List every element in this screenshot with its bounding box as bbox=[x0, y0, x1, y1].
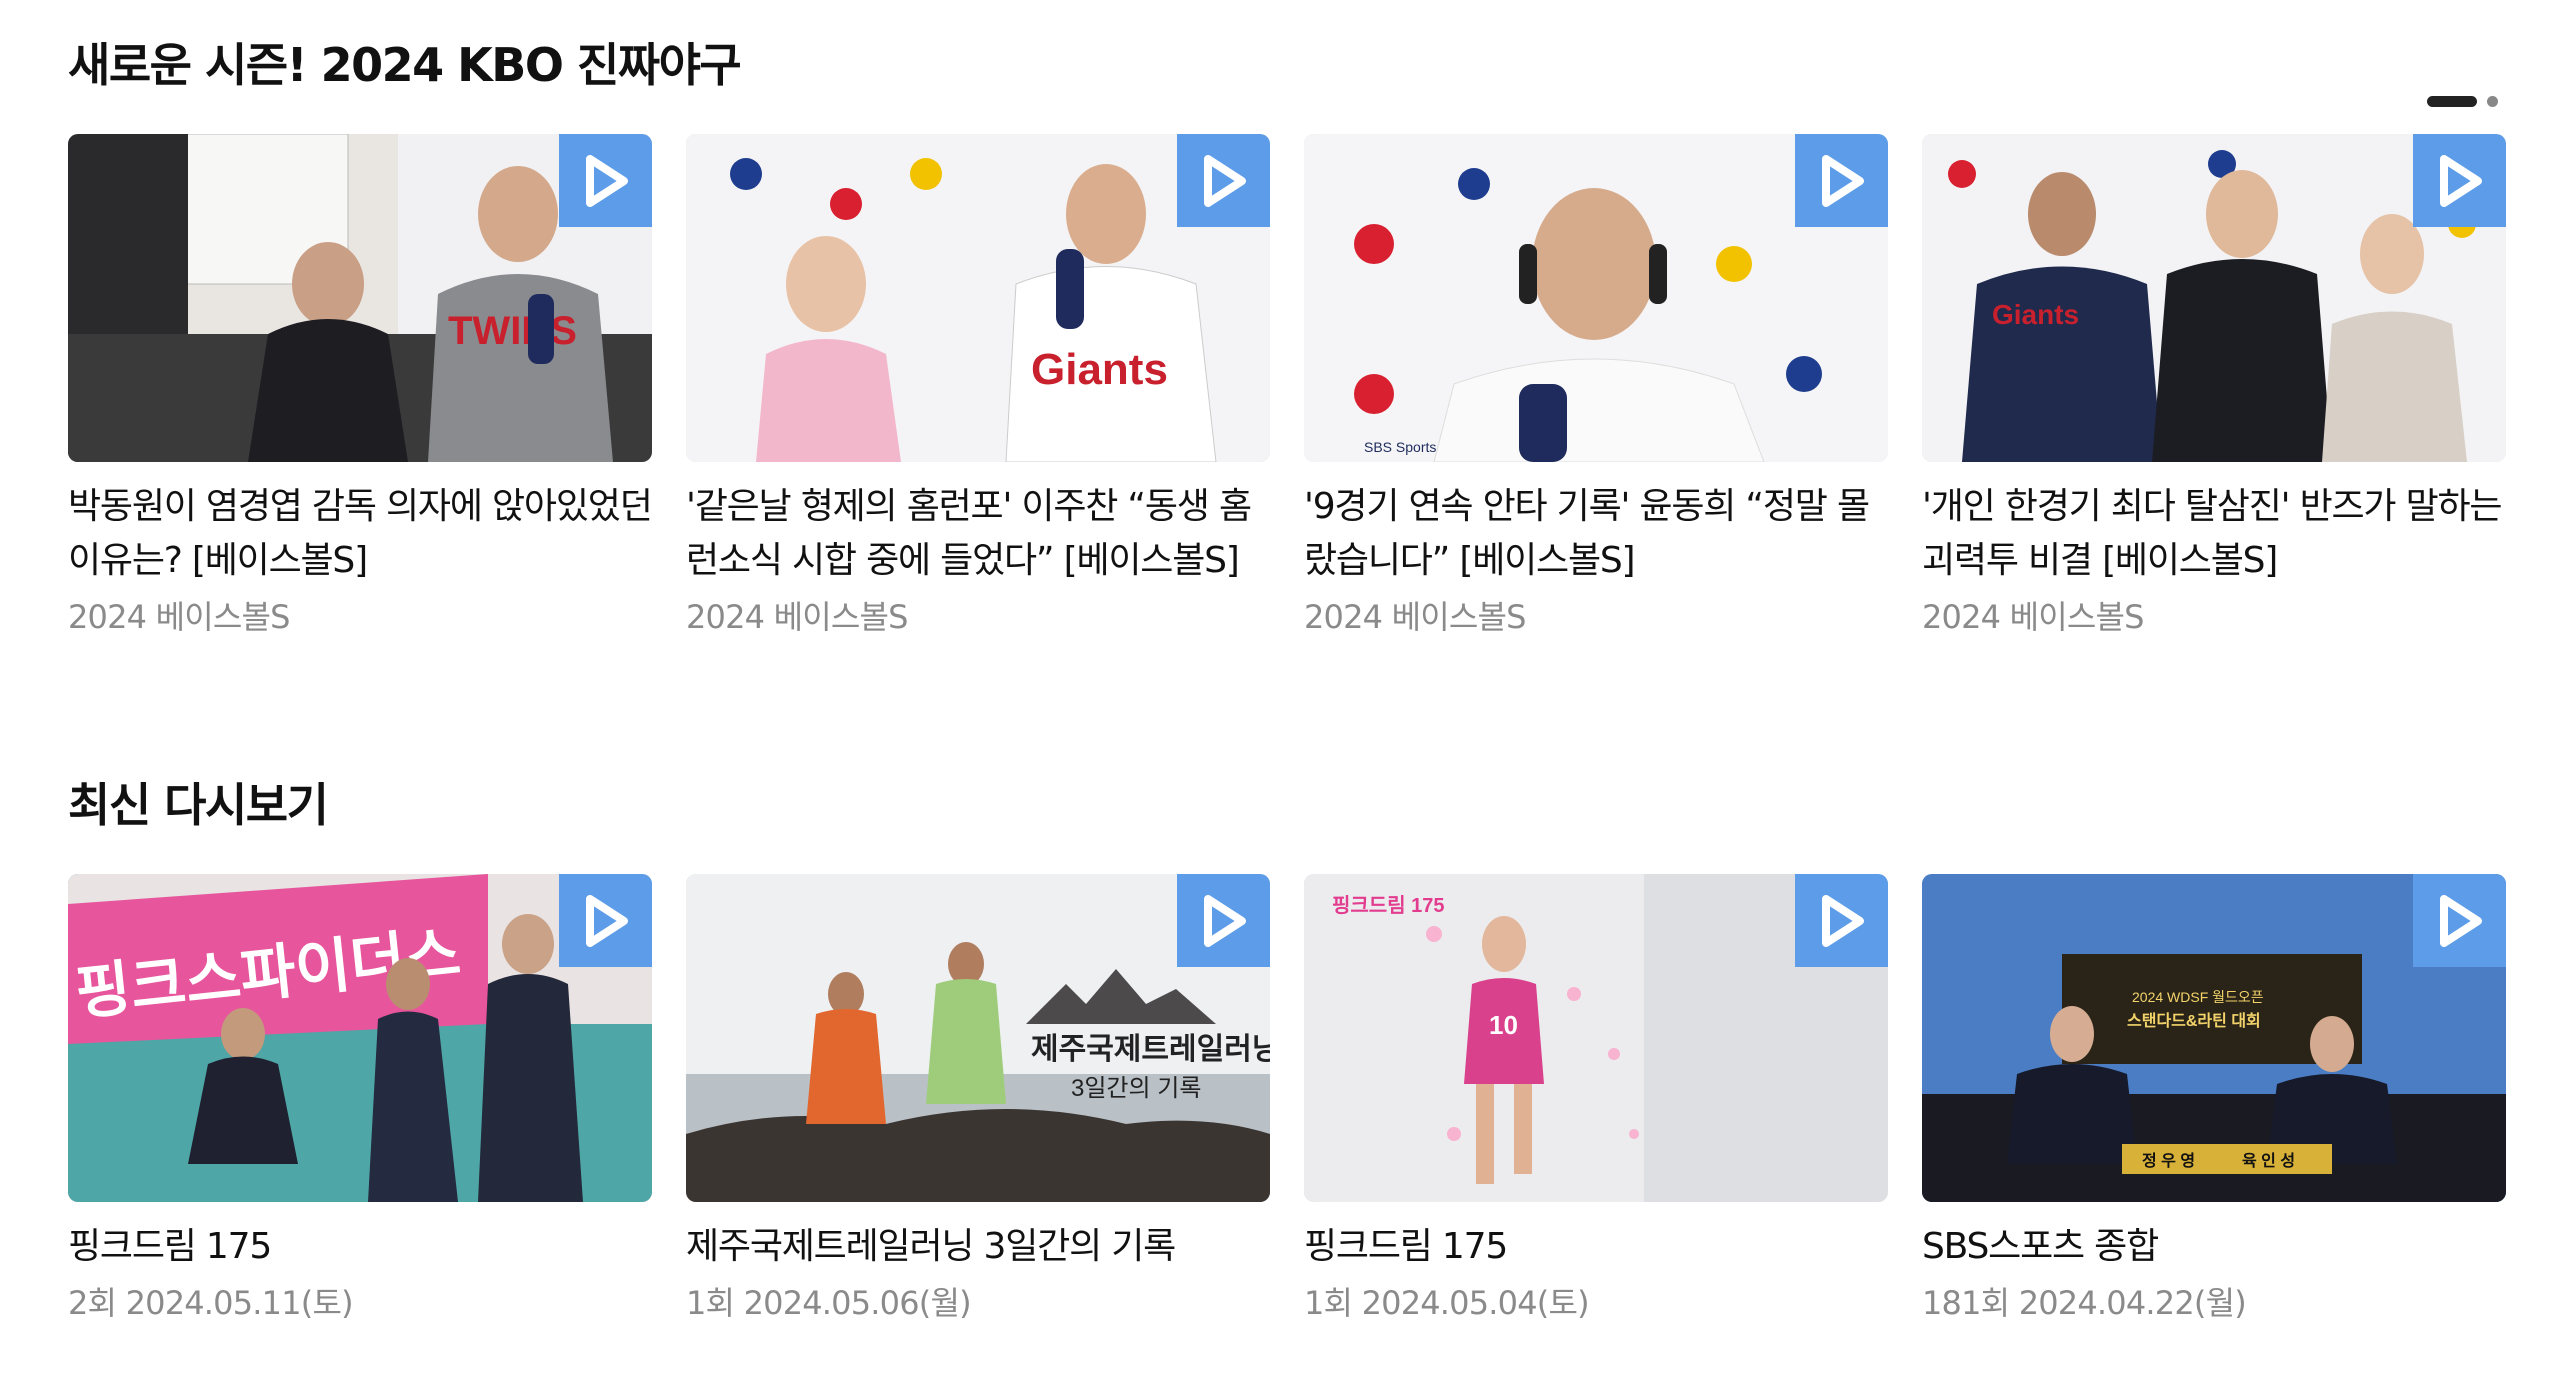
video-program: 2024 베이스볼S bbox=[686, 598, 908, 636]
episode-date: 1회 2024.05.04(토) bbox=[1304, 1284, 1590, 1322]
video-title[interactable]: 제주국제트레일러닝 3일간의 기록 bbox=[686, 1220, 1270, 1274]
video-thumbnail[interactable]: SBS Sports bbox=[1304, 134, 1888, 462]
video-title[interactable]: 핑크드림 175 bbox=[68, 1220, 652, 1274]
video-program: 2024 베이스볼S bbox=[68, 598, 290, 636]
video-title[interactable]: '9경기 연속 안타 기록' 윤동희 “정말 몰랐습니다” [베이스볼S] bbox=[1304, 480, 1888, 588]
play-icon bbox=[585, 894, 628, 947]
video-card[interactable]: Giants '개인 한경기 최다 탈삼진' 반즈가 말하는 괴력투 비결 [베… bbox=[1922, 134, 2506, 638]
video-title[interactable]: 박동원이 염경엽 감독 의자에 앉아있었던 이유는? [베이스볼S] bbox=[68, 480, 652, 588]
video-thumbnail[interactable]: Giants bbox=[686, 134, 1270, 462]
svg-text:정 우 영: 정 우 영 bbox=[2142, 1152, 2195, 1170]
video-card[interactable]: SBS Sports '9경기 연속 안타 기록' 윤동희 “정말 몰랐습니다”… bbox=[1304, 134, 1888, 638]
play-button[interactable] bbox=[2413, 874, 2506, 967]
play-button[interactable] bbox=[559, 874, 652, 967]
svg-text:10: 10 bbox=[1489, 1010, 1518, 1040]
video-card[interactable]: 2024 WDSF 월드오픈 스탠다드&라틴 대회 정 우 영 육 인 성 SB… bbox=[1922, 874, 2506, 1324]
video-card[interactable]: 제주국제트레일러닝 3일간의 기록 제주국제트레일러닝 3일간의 기록 1회 2… bbox=[686, 874, 1270, 1324]
video-thumbnail[interactable]: 핑크드림 175 10 bbox=[1304, 874, 1888, 1202]
play-button[interactable] bbox=[559, 134, 652, 227]
play-icon bbox=[585, 154, 628, 207]
play-button[interactable] bbox=[1177, 134, 1270, 227]
video-thumbnail[interactable]: Giants bbox=[1922, 134, 2506, 462]
video-program: 2024 베이스볼S bbox=[1304, 598, 1526, 636]
video-grid: 핑크스파이더스 핑크드림 175 2회 2024.05.11(토) 제주국제트레… bbox=[68, 874, 2506, 1324]
video-thumbnail[interactable]: 핑크스파이더스 bbox=[68, 874, 652, 1202]
svg-text:3일간의 기록: 3일간의 기록 bbox=[1071, 1075, 1201, 1102]
pager-dot-active[interactable] bbox=[2427, 96, 2477, 107]
section-title: 최신 다시보기 bbox=[68, 778, 329, 832]
episode-date: 1회 2024.05.06(월) bbox=[686, 1284, 972, 1322]
episode-date: 181회 2024.04.22(월) bbox=[1922, 1284, 2247, 1322]
play-button[interactable] bbox=[1795, 874, 1888, 967]
svg-text:Giants: Giants bbox=[1992, 299, 2079, 330]
svg-text:제주국제트레일러닝: 제주국제트레일러닝 bbox=[1031, 1033, 1270, 1066]
svg-text:SBS Sports: SBS Sports bbox=[1364, 439, 1436, 455]
play-icon bbox=[2439, 154, 2482, 207]
episode-date: 2회 2024.05.11(토) bbox=[68, 1284, 354, 1322]
section-kbo: 새로운 시즌! 2024 KBO 진짜야구 TWINS 박동원이 염경엽 감독 … bbox=[68, 30, 2506, 636]
video-card[interactable]: Giants '같은날 형제의 홈런포' 이주찬 “동생 홈런소식 시합 중에 … bbox=[686, 134, 1270, 638]
video-title[interactable]: '같은날 형제의 홈런포' 이주찬 “동생 홈런소식 시합 중에 들었다” [베… bbox=[686, 480, 1270, 588]
section-title: 새로운 시즌! 2024 KBO 진짜야구 bbox=[68, 38, 742, 92]
svg-text:핑크드림 175: 핑크드림 175 bbox=[1332, 894, 1445, 917]
play-icon bbox=[2439, 894, 2482, 947]
play-icon bbox=[1821, 154, 1864, 207]
video-title[interactable]: '개인 한경기 최다 탈삼진' 반즈가 말하는 괴력투 비결 [베이스볼S] bbox=[1922, 480, 2506, 588]
play-icon bbox=[1821, 894, 1864, 947]
svg-text:2024 WDSF 월드오픈: 2024 WDSF 월드오픈 bbox=[2132, 989, 2264, 1005]
video-thumbnail[interactable]: 2024 WDSF 월드오픈 스탠다드&라틴 대회 정 우 영 육 인 성 bbox=[1922, 874, 2506, 1202]
play-button[interactable] bbox=[2413, 134, 2506, 227]
video-card[interactable]: TWINS 박동원이 염경엽 감독 의자에 앉아있었던 이유는? [베이스볼S]… bbox=[68, 134, 652, 638]
svg-text:육 인 성: 육 인 성 bbox=[2242, 1152, 2295, 1170]
play-icon bbox=[1203, 894, 1246, 947]
video-program: 2024 베이스볼S bbox=[1922, 598, 2144, 636]
svg-text:TWINS: TWINS bbox=[448, 309, 577, 353]
video-title[interactable]: 핑크드림 175 bbox=[1304, 1220, 1888, 1274]
play-button[interactable] bbox=[1177, 874, 1270, 967]
section-latest-replays: 최신 다시보기 핑크스파이더스 핑크드림 175 2회 2024.05.11(토… bbox=[68, 770, 2506, 1322]
video-card[interactable]: 핑크스파이더스 핑크드림 175 2회 2024.05.11(토) bbox=[68, 874, 652, 1324]
play-button[interactable] bbox=[1795, 134, 1888, 227]
pager-dot[interactable] bbox=[2487, 96, 2498, 107]
video-thumbnail[interactable]: 제주국제트레일러닝 3일간의 기록 bbox=[686, 874, 1270, 1202]
play-icon bbox=[1203, 154, 1246, 207]
svg-text:스탠다드&라틴 대회: 스탠다드&라틴 대회 bbox=[2127, 1011, 2261, 1030]
carousel-pager bbox=[2427, 96, 2498, 107]
video-card[interactable]: 핑크드림 175 10 핑크드림 175 1회 2024.05.04(토) bbox=[1304, 874, 1888, 1324]
video-title[interactable]: SBS스포츠 종합 bbox=[1922, 1220, 2506, 1274]
svg-text:Giants: Giants bbox=[1031, 345, 1168, 394]
video-grid: TWINS 박동원이 염경엽 감독 의자에 앉아있었던 이유는? [베이스볼S]… bbox=[68, 134, 2506, 638]
video-thumbnail[interactable]: TWINS bbox=[68, 134, 652, 462]
